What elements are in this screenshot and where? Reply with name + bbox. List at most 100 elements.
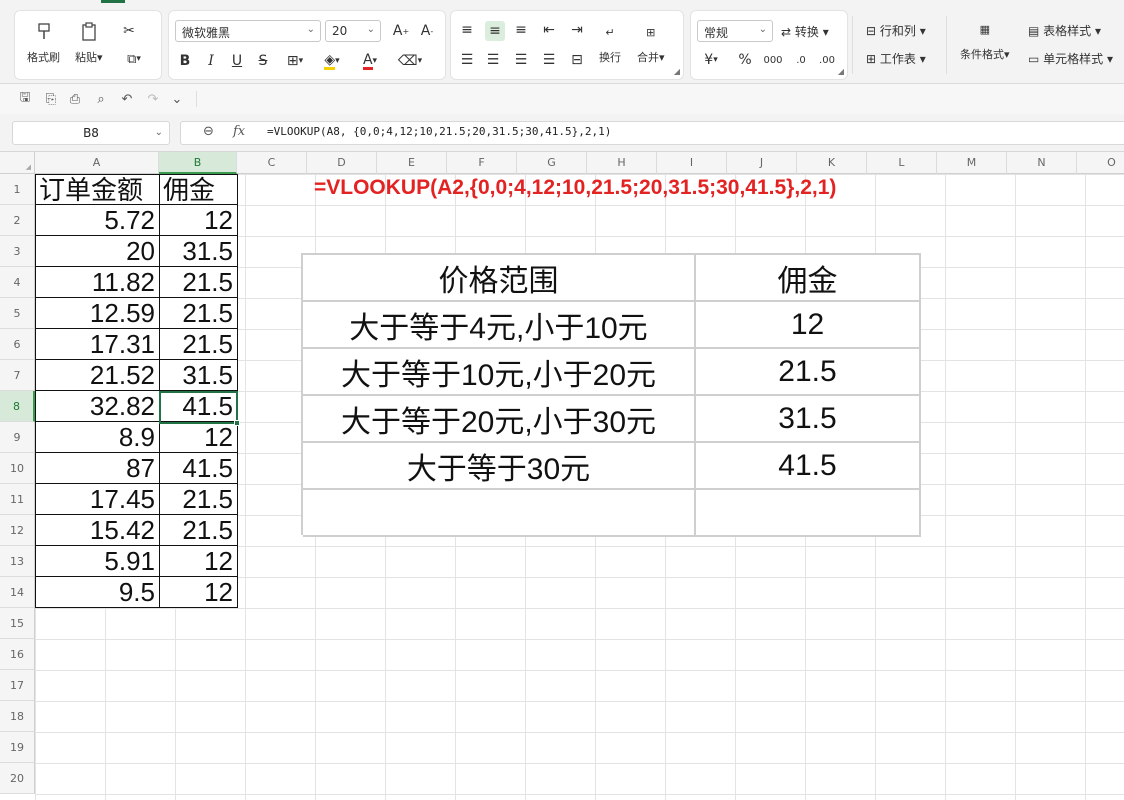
column-header[interactable]: J	[727, 152, 797, 174]
row-header[interactable]: 19	[0, 732, 35, 763]
decrease-font-icon[interactable]: A-	[417, 21, 437, 41]
distributed-icon[interactable]: ⊟	[569, 51, 585, 69]
row-header[interactable]: 3	[0, 236, 35, 267]
dialog-launcher-icon[interactable]: ◢	[838, 67, 844, 76]
cell-amount[interactable]: 12.59	[35, 298, 160, 329]
cell-commission[interactable]: 21.5	[160, 267, 238, 298]
row-header[interactable]: 14	[0, 577, 35, 608]
cell-commission[interactable]: 21.5	[160, 515, 238, 546]
increase-decimal-icon[interactable]: .0	[791, 51, 811, 69]
underline-button[interactable]: U	[229, 51, 245, 71]
cell-header-amount[interactable]: 订单金额	[35, 174, 160, 205]
row-header[interactable]: 13	[0, 546, 35, 577]
column-header[interactable]: K	[797, 152, 867, 174]
column-header[interactable]: A	[35, 152, 159, 174]
cell-commission[interactable]: 12	[160, 546, 238, 577]
cell-commission[interactable]: 12	[160, 205, 238, 236]
align-bottom-icon[interactable]: ≡	[513, 21, 529, 39]
column-header[interactable]: F	[447, 152, 517, 174]
cell-amount[interactable]: 87	[35, 453, 160, 484]
border-icon[interactable]: ⊞ ▾	[281, 51, 309, 71]
cell-amount[interactable]: 5.91	[35, 546, 160, 577]
align-right-icon[interactable]: ☰	[513, 51, 529, 69]
strikethrough-button[interactable]: S	[255, 51, 271, 71]
currency-button[interactable]: ¥ ▾	[699, 51, 723, 69]
column-header[interactable]: O	[1077, 152, 1124, 174]
cell-commission[interactable]: 21.5	[160, 329, 238, 360]
column-header[interactable]: D	[307, 152, 377, 174]
cell-header-commission[interactable]: 佣金	[160, 174, 238, 205]
column-header[interactable]: N	[1007, 152, 1077, 174]
paste-button[interactable]: 粘贴▾	[75, 21, 103, 65]
align-left-icon[interactable]: ☰	[459, 51, 475, 69]
cell-commission[interactable]: 41.5	[160, 391, 238, 422]
column-header[interactable]: I	[657, 152, 727, 174]
dialog-launcher-icon[interactable]: ◢	[674, 67, 680, 76]
column-header[interactable]: M	[937, 152, 1007, 174]
cell-commission[interactable]: 41.5	[160, 453, 238, 484]
column-header[interactable]: L	[867, 152, 937, 174]
row-header[interactable]: 9	[0, 422, 35, 453]
rows-cols-button[interactable]: ⊟ 行和列 ▾	[866, 22, 926, 39]
align-center-icon[interactable]: ☰	[485, 51, 501, 69]
worksheet-button[interactable]: ⊞ 工作表 ▾	[866, 50, 926, 67]
cell-amount[interactable]: 17.31	[35, 329, 160, 360]
formula-input[interactable]: ⊖ fx =VLOOKUP(A8, {0,0;4,12;10,21.5;20,3…	[180, 121, 1124, 145]
font-color-icon[interactable]: A ▾	[355, 51, 385, 71]
row-header[interactable]: 10	[0, 453, 35, 484]
cell-commission[interactable]: 21.5	[160, 298, 238, 329]
undo-icon[interactable]: ↶	[118, 91, 136, 107]
row-header[interactable]: 17	[0, 670, 35, 701]
row-header[interactable]: 2	[0, 205, 35, 236]
cell-amount[interactable]: 20	[35, 236, 160, 267]
thousands-separator-icon[interactable]: 000	[763, 51, 783, 69]
merge-button[interactable]: ⊞ 合并▾	[637, 21, 665, 65]
row-header[interactable]: 7	[0, 360, 35, 391]
row-header[interactable]: 16	[0, 639, 35, 670]
redo-icon[interactable]: ↷	[144, 91, 162, 107]
cell-style-button[interactable]: ▭ 单元格样式 ▾	[1028, 50, 1113, 67]
cell-amount[interactable]: 8.9	[35, 422, 160, 453]
column-header[interactable]: H	[587, 152, 657, 174]
bold-button[interactable]: B	[177, 51, 193, 71]
row-header[interactable]: 6	[0, 329, 35, 360]
font-name-select[interactable]: 微软雅黑 ⌄	[175, 20, 321, 42]
column-header[interactable]: C	[237, 152, 307, 174]
number-format-select[interactable]: 常规 ⌄	[697, 20, 773, 42]
cell-amount[interactable]: 21.52	[35, 360, 160, 391]
eraser-icon[interactable]: ⌫ ▾	[393, 51, 427, 71]
cell-commission[interactable]: 12	[160, 577, 238, 608]
column-header[interactable]: G	[517, 152, 587, 174]
print-icon[interactable]: ⎙	[66, 91, 84, 107]
italic-button[interactable]: I	[203, 51, 219, 71]
format-painter-button[interactable]: 格式刷	[27, 21, 60, 65]
row-header[interactable]: 11	[0, 484, 35, 515]
row-header[interactable]: 12	[0, 515, 35, 546]
cell-commission[interactable]: 31.5	[160, 236, 238, 267]
cell-amount[interactable]: 5.72	[35, 205, 160, 236]
save-icon[interactable]: 🖫	[16, 90, 34, 107]
name-box[interactable]: B8 ⌄	[12, 121, 170, 145]
print-preview-icon[interactable]: ⌕	[92, 91, 110, 107]
copy-icon[interactable]: ⧉ ▾	[119, 49, 149, 69]
row-header[interactable]: 5	[0, 298, 35, 329]
row-header[interactable]: 20	[0, 763, 35, 794]
column-header[interactable]: B	[159, 152, 237, 174]
fx-icon[interactable]: fx	[233, 124, 245, 139]
fill-color-icon[interactable]: ◈ ▾	[317, 51, 347, 71]
row-header[interactable]: 18	[0, 701, 35, 732]
percent-button[interactable]: %	[737, 51, 753, 69]
column-header[interactable]: E	[377, 152, 447, 174]
indent-increase-icon[interactable]: ⇥	[569, 21, 585, 39]
cell-amount[interactable]: 32.82	[35, 391, 160, 422]
cell-amount[interactable]: 11.82	[35, 267, 160, 298]
cell-commission[interactable]: 31.5	[160, 360, 238, 391]
indent-decrease-icon[interactable]: ⇤	[541, 21, 557, 39]
increase-font-icon[interactable]: A +	[391, 21, 411, 41]
cell-amount[interactable]: 9.5	[35, 577, 160, 608]
row-header[interactable]: 15	[0, 608, 35, 639]
row-header[interactable]: 1	[0, 174, 35, 205]
cell-commission[interactable]: 21.5	[160, 484, 238, 515]
zoom-icon[interactable]: ⊖	[203, 124, 214, 139]
decrease-decimal-icon[interactable]: .00	[817, 51, 837, 69]
